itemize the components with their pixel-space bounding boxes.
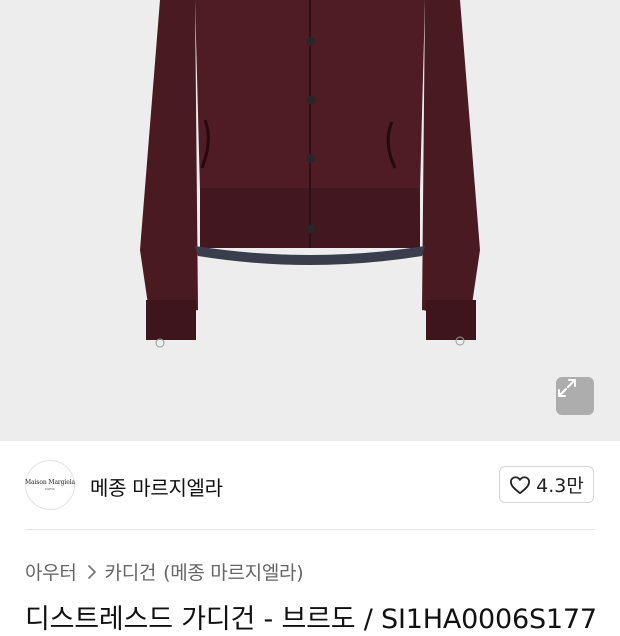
brand-name[interactable]: 메종 마르지엘라: [90, 472, 223, 501]
like-button[interactable]: 4.3만: [499, 466, 594, 503]
breadcrumb: 아우터 카디건 (메종 마르지엘라): [25, 558, 304, 585]
breadcrumb-subcategory[interactable]: 카디건: [105, 558, 157, 585]
expand-image-button[interactable]: [556, 377, 594, 415]
breadcrumb-brand[interactable]: (메종 마르지엘라): [163, 558, 304, 585]
like-count: 4.3만: [536, 475, 584, 497]
breadcrumb-category[interactable]: 아우터: [25, 558, 77, 585]
divider: [25, 529, 595, 530]
cardigan-photo: [140, 0, 480, 348]
brand-row: Maison Margiela PARIS 메종 마르지엘라 4.3만: [0, 441, 620, 531]
expand-icon: [558, 379, 576, 397]
brand-logo[interactable]: Maison Margiela PARIS: [25, 460, 75, 510]
brand-logo-text: Maison Margiela: [25, 479, 75, 486]
chevron-right-icon: [87, 564, 97, 580]
product-image[interactable]: [0, 0, 620, 441]
product-title: 디스트레스드 가디건 - 브르도 / SI1HA0006S177: [25, 604, 597, 635]
heart-icon: [510, 475, 531, 494]
brand-logo-subtext: PARIS: [45, 487, 55, 491]
